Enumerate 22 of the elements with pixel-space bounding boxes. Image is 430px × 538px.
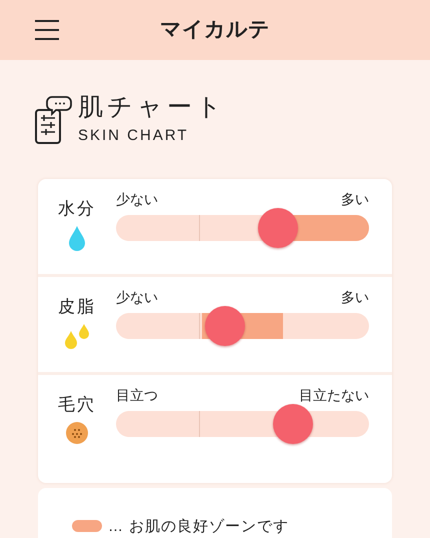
section-title: 肌チャート — [78, 92, 226, 122]
section-subtitle: SKIN CHART — [78, 126, 190, 146]
slider-thumb[interactable] — [273, 404, 314, 444]
scale-max-label: 目立たない — [299, 386, 369, 404]
header-title: マイカルテ — [160, 17, 270, 44]
scale-min-label: 少ない — [116, 288, 158, 306]
legend-text: … お肌の良好ゾーンです — [108, 516, 290, 536]
scale-min-label: 少ない — [116, 190, 158, 208]
menu-icon[interactable] — [35, 19, 59, 41]
chart-document-icon — [34, 94, 72, 146]
oil-drops-icon — [63, 323, 91, 351]
water-drop-icon — [68, 225, 86, 251]
slider-thumb[interactable] — [204, 306, 245, 346]
slider-thumb[interactable] — [258, 208, 298, 248]
metric-label: 皮脂 — [58, 296, 96, 318]
scale-max-label: 多い — [341, 190, 369, 208]
metric-label: 毛穴 — [58, 394, 96, 416]
good-zone-swatch — [72, 520, 102, 532]
metric-label: 水分 — [58, 198, 96, 220]
scale-max-label: 多い — [341, 288, 369, 306]
pore-icon — [65, 421, 89, 445]
scale-min-label: 目立つ — [116, 386, 158, 404]
